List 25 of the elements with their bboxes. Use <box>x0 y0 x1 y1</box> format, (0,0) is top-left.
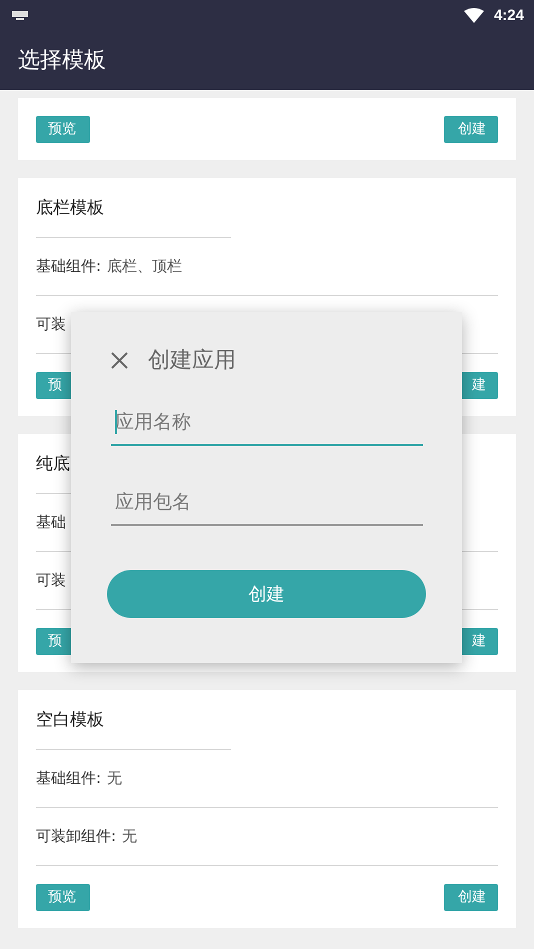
card-title: 纯底 <box>36 453 70 475</box>
dialog-title: 创建应用 <box>148 347 236 375</box>
create-button[interactable]: 创建 <box>444 116 498 142</box>
field-label: 可装卸组件: <box>36 827 116 846</box>
preview-button[interactable]: 预览 <box>36 884 90 910</box>
field-value: 底栏、顶栏 <box>107 257 182 276</box>
input-field[interactable]: 应用包名 <box>111 480 423 526</box>
status-time: 4:24 <box>494 6 524 24</box>
field-label: 基础 <box>36 513 66 532</box>
field-label: 基础组件: <box>36 769 102 788</box>
keyboard-icon <box>12 10 28 20</box>
app-bar-title: 选择模板 <box>18 47 106 75</box>
preview-button[interactable]: 预览 <box>36 116 90 142</box>
field-value: 无 <box>122 827 138 846</box>
field-label: 可装 <box>36 571 66 590</box>
field-label: 可装 <box>36 315 66 334</box>
close-icon[interactable] <box>111 352 128 368</box>
input-field[interactable]: 应用名称 <box>111 400 423 446</box>
card-title: 底栏模板 <box>36 197 104 219</box>
wifi-icon <box>464 8 484 22</box>
create-button[interactable]: 创建 <box>107 570 426 618</box>
create-button[interactable]: 创建 <box>444 884 498 910</box>
card-title: 空白模板 <box>36 709 104 731</box>
field-label: 基础组件: <box>36 257 102 276</box>
field-value: 无 <box>107 769 122 788</box>
